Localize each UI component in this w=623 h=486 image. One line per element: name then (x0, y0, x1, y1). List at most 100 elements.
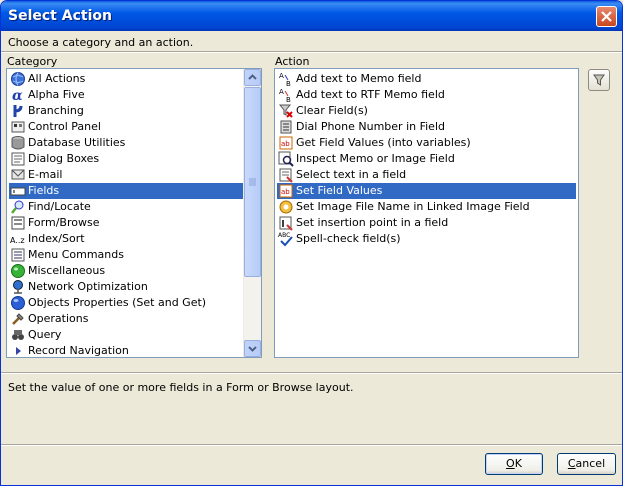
list-item-label: Form/Browse (28, 216, 100, 229)
list-item[interactable]: Clear Field(s) (277, 103, 576, 119)
list-item-label: Get Field Values (into variables) (296, 136, 471, 149)
misc-icon (10, 263, 26, 279)
list-item[interactable]: Dial Phone Number in Field (277, 119, 576, 135)
list-item[interactable]: Select text in a field (277, 167, 576, 183)
top-divider (1, 51, 622, 53)
globe-icon (10, 71, 26, 87)
list-item[interactable]: Set Image File Name in Linked Image Fiel… (277, 199, 576, 215)
scroll-thumb[interactable] (244, 87, 261, 277)
list-item-label: Set insertion point in a field (296, 216, 449, 229)
list-item-label: Add text to Memo field (296, 72, 422, 85)
svg-text:ab: ab (281, 188, 290, 196)
list-item[interactable]: Query (9, 327, 259, 343)
cancel-label: ancel (575, 457, 606, 470)
list-item[interactable]: Menu Commands (9, 247, 259, 263)
list-item[interactable]: A B Add text to Memo field (277, 71, 576, 88)
close-button[interactable] (596, 6, 617, 27)
list-item-label: Alpha Five (28, 88, 85, 101)
cancel-button[interactable]: Cancel (557, 453, 616, 475)
list-item[interactable]: Find/Locate (9, 199, 259, 215)
list-item[interactable]: Fields (9, 183, 259, 199)
list-item[interactable]: Network Optimization (9, 279, 259, 295)
filter-icon (593, 74, 605, 86)
action-list[interactable]: A B Add text to Memo field A B Add text to RT… (274, 68, 579, 358)
list-item-label: Clear Field(s) (296, 104, 368, 117)
action-label: Action (275, 55, 310, 68)
list-item-label: Inspect Memo or Image Field (296, 152, 455, 165)
field-icon (10, 183, 26, 199)
list-item-label: E-mail (28, 168, 63, 181)
list-item-label: Record Navigation (28, 344, 129, 357)
menu-icon (10, 247, 26, 263)
list-item-label: Network Optimization (28, 280, 148, 293)
list-item-label: Dial Phone Number in Field (296, 120, 445, 133)
list-item[interactable]: Objects Properties (Set and Get) (9, 295, 259, 311)
list-item-label: Set Image File Name in Linked Image Fiel… (296, 200, 530, 213)
operations-icon (10, 311, 26, 327)
list-item[interactable]: ab Get Field Values (into variables) (277, 135, 576, 151)
email-icon (10, 167, 26, 183)
scroll-down-button[interactable] (244, 340, 261, 357)
ok-button[interactable]: OK (485, 453, 543, 475)
list-item-label: Find/Locate (28, 200, 91, 213)
branch-icon (10, 103, 26, 119)
list-item[interactable]: ABC Spell-check field(s) (277, 231, 576, 247)
list-item-label: Operations (28, 312, 89, 325)
list-item[interactable]: ab Set Field Values (277, 183, 576, 199)
spellcheck-icon: ABC (278, 231, 294, 247)
list-item[interactable]: Control Panel (9, 119, 259, 135)
list-item-label: Menu Commands (28, 248, 124, 261)
scroll-up-button[interactable] (244, 69, 261, 86)
close-icon (601, 11, 612, 22)
category-label: Category (7, 55, 58, 68)
list-item-label: Select text in a field (296, 168, 407, 181)
svg-text:B: B (286, 80, 291, 87)
chevron-up-icon (248, 74, 257, 80)
list-item[interactable]: Operations (9, 311, 259, 327)
category-list[interactable]: All Actions α Alpha Five Branching Control P… (6, 68, 262, 358)
svg-text:A..z: A..z (10, 236, 25, 245)
network-icon (10, 279, 26, 295)
list-item[interactable]: Database Utilities (9, 135, 259, 151)
select-action-dialog: Select Action Choose a category and an a… (0, 0, 623, 486)
dialog-icon (10, 151, 26, 167)
list-item[interactable]: Branching (9, 103, 259, 119)
find-icon (10, 199, 26, 215)
get-values-icon: ab (278, 135, 294, 151)
objects-icon (10, 295, 26, 311)
middle-divider (1, 372, 622, 374)
list-item[interactable]: Dialog Boxes (9, 151, 259, 167)
action-description: Set the value of one or more fields in a… (8, 381, 354, 394)
list-item[interactable]: A..z Index/Sort (9, 231, 259, 247)
category-scrollbar[interactable] (243, 69, 261, 357)
list-item[interactable]: Set insertion point in a field (277, 215, 576, 231)
list-item[interactable]: Miscellaneous (9, 263, 259, 279)
list-item[interactable]: Record Navigation (9, 343, 259, 357)
list-item[interactable]: Inspect Memo or Image Field (277, 151, 576, 167)
svg-text:B: B (286, 96, 291, 103)
title-bar[interactable]: Select Action (1, 1, 622, 31)
database-icon (10, 135, 26, 151)
list-item[interactable]: α Alpha Five (9, 87, 259, 104)
list-item-label: Index/Sort (28, 232, 85, 245)
select-text-icon (278, 167, 294, 183)
list-item-label: Control Panel (28, 120, 101, 133)
svg-text:A: A (279, 88, 284, 96)
ok-mnemonic: O (506, 457, 515, 470)
list-item[interactable]: E-mail (9, 167, 259, 183)
add-text-icon: AB (278, 71, 294, 88)
list-item-label: Spell-check field(s) (296, 232, 401, 245)
bottom-divider (1, 444, 622, 446)
image-icon (278, 199, 294, 215)
window-title: Select Action (8, 8, 112, 24)
filter-button[interactable] (588, 69, 610, 91)
list-item[interactable]: All Actions (9, 71, 259, 87)
inspect-icon (278, 151, 294, 167)
clear-icon (278, 103, 294, 119)
list-item[interactable]: Form/Browse (9, 215, 259, 231)
set-values-icon: ab (278, 183, 294, 199)
list-item-label: All Actions (28, 72, 86, 85)
list-item[interactable]: A B Add text to RTF Memo field (277, 87, 576, 104)
phone-icon (278, 119, 294, 135)
list-item-label: Dialog Boxes (28, 152, 100, 165)
